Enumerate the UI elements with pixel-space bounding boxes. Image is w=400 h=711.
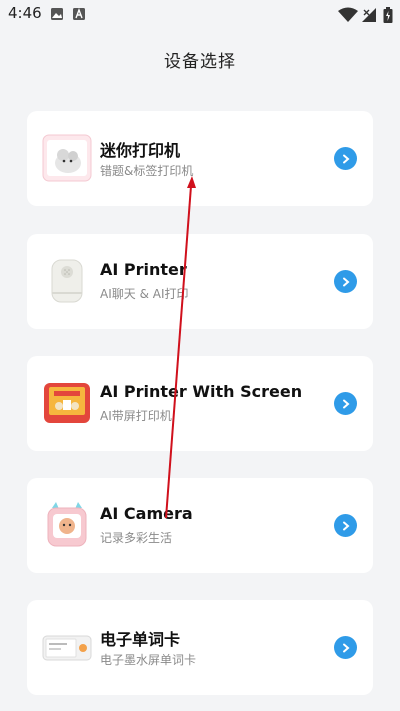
device-name: AI Printer With Screen: [100, 382, 303, 401]
chevron-right-icon: [342, 277, 350, 286]
status-time: 4:46: [8, 4, 42, 22]
device-card-ai-camera[interactable]: AI Camera 记录多彩生活: [27, 478, 373, 573]
mini-printer-thumbnail: [42, 134, 92, 182]
device-name: 迷你打印机: [100, 141, 181, 160]
device-card-ai-printer[interactable]: AI Printer AI聊天 & AI打印: [27, 234, 373, 329]
chevron-right-icon: [342, 154, 350, 163]
device-card-mini-printer[interactable]: 迷你打印机 错题&标签打印机: [27, 111, 373, 206]
device-description: 错题&标签打印机: [100, 164, 194, 178]
device-name: AI Camera: [100, 504, 193, 523]
device-description: 记录多彩生活: [100, 531, 173, 545]
a-icon: [73, 8, 85, 20]
device-description: AI聊天 & AI打印: [100, 287, 189, 301]
chevron-right-button[interactable]: [334, 147, 357, 170]
ai-printer-screen-thumbnail: [44, 383, 90, 423]
page-title: 设备选择: [164, 52, 236, 72]
device-card-word-card[interactable]: 电子单词卡 电子墨水屏单词卡: [27, 600, 373, 695]
chevron-right-button[interactable]: [334, 392, 357, 415]
chevron-right-button[interactable]: [334, 270, 357, 293]
chevron-right-icon: [342, 643, 350, 652]
status-bar: 4:46: [0, 0, 400, 28]
wifi-icon: [338, 7, 358, 22]
ai-camera-thumbnail: [47, 502, 87, 547]
chevron-right-icon: [342, 399, 350, 408]
ai-printer-thumbnail: [51, 259, 83, 303]
device-description: AI带屏打印机: [100, 409, 172, 423]
device-name: AI Printer: [100, 260, 187, 279]
chevron-right-icon: [342, 521, 350, 530]
device-card-ai-printer-with-screen[interactable]: AI Printer With Screen AI带屏打印机: [27, 356, 373, 451]
device-description: 电子墨水屏单词卡: [100, 653, 197, 667]
word-card-thumbnail: [42, 635, 92, 661]
chevron-right-button[interactable]: [334, 514, 357, 537]
chevron-right-button[interactable]: [334, 636, 357, 659]
device-name: 电子单词卡: [100, 630, 181, 649]
image-icon: [51, 8, 63, 20]
signal-icon: [362, 8, 376, 22]
battery-icon: [383, 7, 393, 23]
